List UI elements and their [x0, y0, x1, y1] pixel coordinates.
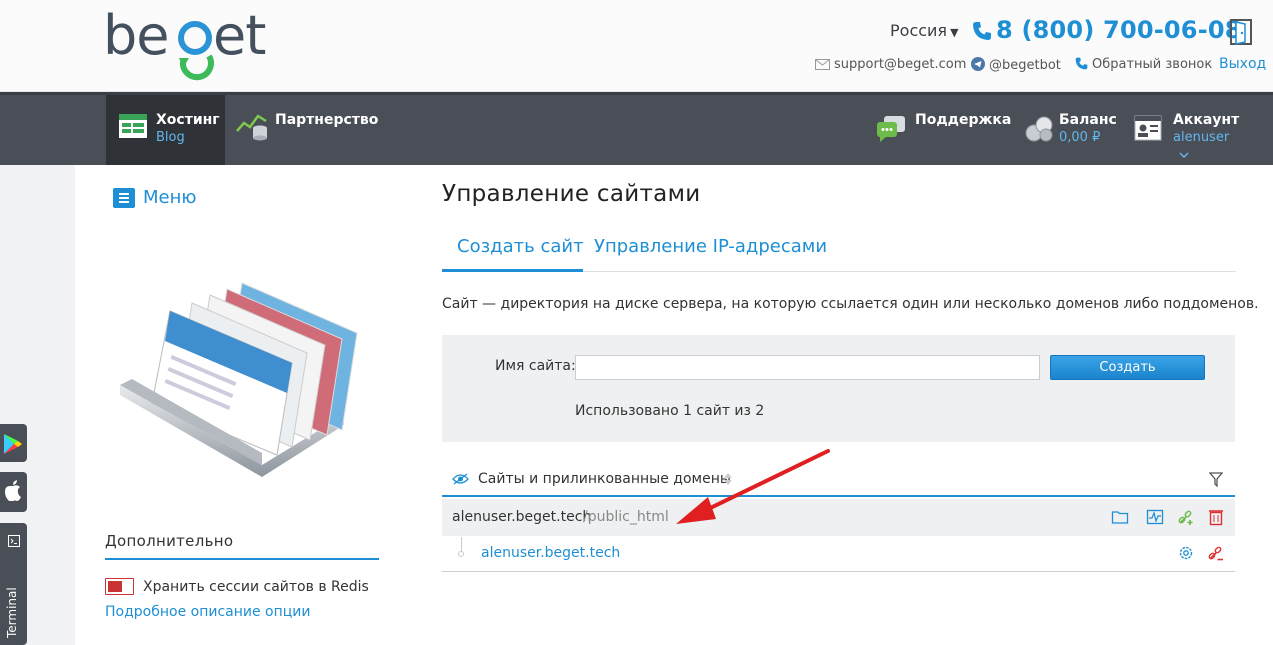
site-name-label: Имя сайта:: [495, 358, 576, 374]
option-description-link[interactable]: Подробное описание опции: [105, 604, 311, 620]
chevron-down-icon[interactable]: [1179, 152, 1189, 158]
redis-option-label: Хранить сессии сайтов в Redis: [143, 579, 369, 595]
account-card-icon: [1134, 115, 1162, 141]
terminal-label: Terminal: [5, 587, 19, 638]
phone-icon: [1075, 57, 1088, 70]
logout-door-icon[interactable]: [1230, 19, 1252, 45]
eye-icon[interactable]: [452, 473, 469, 485]
link-add-icon[interactable]: [1177, 508, 1195, 526]
coins-icon: [1025, 116, 1053, 142]
folder-icon[interactable]: [1111, 508, 1129, 526]
callback-link[interactable]: Обратный звонок: [1075, 57, 1212, 72]
phone-icon: [973, 22, 991, 40]
gear-icon[interactable]: [1177, 544, 1195, 562]
svg-text:et: et: [213, 6, 265, 67]
google-play-icon: [4, 434, 22, 454]
telegram-link[interactable]: @begetbot: [971, 57, 1061, 73]
partnership-chart-icon: [236, 114, 267, 141]
menu-hamburger-icon[interactable]: [113, 188, 135, 208]
trash-icon[interactable]: [1207, 508, 1225, 526]
terminal-tab[interactable]: Terminal: [0, 523, 27, 645]
nav-hosting[interactable]: Хостинг Blog: [106, 95, 225, 165]
websites-stack-illustration: [120, 282, 358, 477]
terminal-icon: [8, 535, 20, 547]
telegram-icon: [971, 57, 985, 71]
linked-domain-link[interactable]: alenuser.beget.tech: [481, 545, 620, 561]
create-site-form: [442, 335, 1235, 442]
menu-link[interactable]: Меню: [143, 187, 197, 208]
google-play-tab[interactable]: [0, 424, 27, 462]
site-host: alenuser.beget.tech: [452, 509, 592, 525]
additional-section-title: Дополнительно: [105, 532, 234, 550]
nav-support[interactable]: Поддержка: [872, 95, 1011, 165]
filter-icon[interactable]: [1209, 472, 1223, 487]
tab-ip-management[interactable]: Управление IP-адресами: [594, 236, 827, 257]
site-name-input[interactable]: [575, 355, 1040, 380]
page-title: Управление сайтами: [442, 181, 701, 207]
phone-number[interactable]: 8 (800) 700-06-08: [972, 16, 1242, 44]
site-path: /public_html: [583, 509, 669, 525]
app-store-tab[interactable]: [0, 472, 27, 512]
nav-partnership[interactable]: Партнерство: [234, 95, 384, 165]
support-email-link[interactable]: support@beget.com: [815, 57, 966, 72]
redis-toggle[interactable]: [105, 578, 134, 595]
region-selector[interactable]: Россия ▼: [890, 21, 959, 40]
beget-logo[interactable]: be et: [103, 6, 273, 86]
sites-usage: Использовано 1 сайт из 2: [575, 403, 765, 419]
active-tab-indicator: [442, 269, 583, 272]
annotation-arrow: [676, 449, 830, 524]
nav-account[interactable]: Аккаунт alenuser: [1132, 95, 1262, 165]
create-site-button[interactable]: Создать: [1050, 355, 1205, 380]
sites-description: Сайт — директория на диске сервера, на к…: [442, 296, 1259, 312]
nav-balance[interactable]: Баланс 0,00 ₽: [1022, 95, 1122, 165]
link-remove-icon[interactable]: [1207, 544, 1225, 562]
chevron-down-icon: ▼: [950, 26, 959, 39]
logout-link[interactable]: Выход: [1219, 56, 1266, 72]
tab-create-site[interactable]: Создать сайт: [457, 236, 584, 257]
hosting-icon: [119, 114, 147, 138]
svg-text:be: be: [103, 6, 169, 67]
section-divider: [105, 558, 379, 560]
mail-icon: [815, 59, 830, 70]
apple-icon: [5, 480, 21, 501]
tree-node: [458, 551, 464, 557]
main-navbar: Хостинг Blog Партнерство Поддержка Балан…: [0, 92, 1273, 165]
stats-icon[interactable]: [1146, 508, 1164, 526]
support-chat-icon: [877, 116, 905, 142]
